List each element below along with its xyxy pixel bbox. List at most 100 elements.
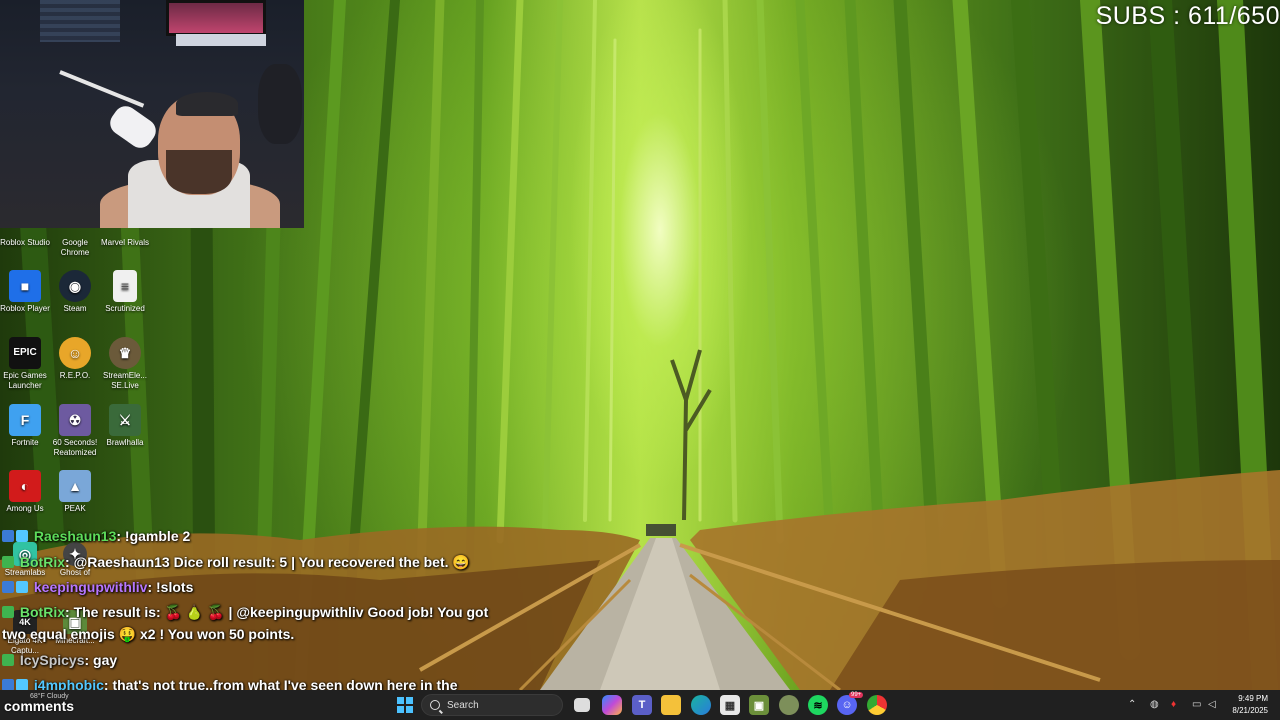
search-placeholder: Search [447, 699, 479, 711]
chat-username: BotRix [19, 604, 66, 620]
chat-text: : @Raeshaun13 Dice roll result: 5 | You … [65, 554, 470, 570]
desktop-icon-label: Roblox Studio [0, 238, 50, 247]
chat-username: IcySpicys [19, 652, 85, 668]
window-blinds [40, 0, 120, 42]
desktop-icon-label: StreamEle... SE.Live [102, 371, 147, 390]
chat-text: : The result is: 🍒 🍐 🍒 | @keepingupwithl… [65, 604, 489, 620]
clock-time: 9:49 PM [1238, 694, 1268, 703]
app-icon[interactable] [779, 695, 799, 715]
store-icon[interactable]: ▦ [720, 695, 740, 715]
desktop-icon-epic-games[interactable]: EPIC Epic Games Launcher [0, 337, 50, 391]
start-icon[interactable] [395, 695, 415, 715]
desktop-icon-label: Fortnite [11, 438, 39, 447]
chat-badge-icon [2, 654, 14, 666]
desktop-icon-label: Steam [63, 304, 87, 313]
chat-badge-icon [2, 581, 14, 593]
desktop-icon-streamelements[interactable]: ♛ StreamEle... SE.Live [100, 337, 150, 391]
chevron-up-icon[interactable]: ⌃ [1128, 699, 1136, 710]
among-us-icon: ◐ [9, 470, 41, 502]
search-icon [430, 700, 440, 710]
display-icon[interactable]: ▭ [1192, 699, 1201, 710]
desktop-icon-fortnite[interactable]: F Fortnite [0, 404, 50, 448]
discord-badge: 99+ [849, 692, 864, 698]
webcam-feed [0, 0, 304, 228]
taskbar-search-box[interactable]: Search [421, 694, 563, 716]
comments-overlay-label: comments [4, 698, 75, 714]
clock-date: 8/21/2025 [1232, 706, 1268, 715]
desktop-icon-label: Roblox Player [0, 304, 50, 313]
repo-icon: ☺ [59, 337, 91, 369]
marvel-rivals-icon [109, 228, 141, 236]
steam-icon: ◉ [59, 270, 91, 302]
chat-message-continuation: two equal emojis 🤑 x2 ! You won 50 point… [2, 626, 294, 643]
desktop-icon-steam[interactable]: ◉ Steam [50, 270, 100, 314]
desktop-icon-label: Among Us [6, 504, 44, 513]
desktop-icon-repo[interactable]: ☺ R.E.P.O. [50, 337, 100, 381]
desktop-icon-label: Epic Games Launcher [3, 371, 47, 390]
desktop-icon-label: 60 Seconds! Reatomized [52, 438, 98, 457]
background-monitor-taskbar [176, 34, 266, 46]
desktop-icon-among-us[interactable]: ◐ Among Us [0, 470, 50, 514]
desktop-icon-label: Scrutinized [105, 304, 145, 313]
chat-badge-icon [16, 581, 28, 593]
desktop-icon-roblox-studio[interactable]: Roblox Studio [0, 228, 50, 248]
background-monitor [166, 0, 266, 36]
microphone-icon[interactable]: ♦ [1171, 699, 1176, 710]
roblox-studio-icon [9, 228, 41, 236]
desktop-icon-label: Marvel Rivals [100, 238, 149, 247]
desktop-icon-60-seconds[interactable]: ☢ 60 Seconds! Reatomized [50, 404, 100, 458]
chat-badge-icon [2, 556, 14, 568]
chat-username: Raeshaun13 [33, 528, 117, 544]
chat-message: Raeshaun13: !gamble 2 [2, 528, 190, 544]
chat-text: : !gamble 2 [116, 528, 191, 544]
desktop-icon-chrome[interactable]: Google Chrome [50, 228, 100, 258]
chat-message: BotRix: @Raeshaun13 Dice roll result: 5 … [2, 554, 470, 571]
chat-text: two equal emojis 🤑 x2 ! You won 50 point… [2, 626, 295, 642]
peak-icon: ▲ [59, 470, 91, 502]
hanging-hat [258, 64, 302, 144]
desktop-icon-roblox-player[interactable]: ■ Roblox Player [0, 270, 50, 314]
taskbar-clock[interactable]: 9:49 PM 8/21/2025 [1232, 693, 1268, 717]
chat-badge-icon [2, 530, 14, 542]
sixty-seconds-icon: ☢ [59, 404, 91, 436]
desktop-icon-scrutinized[interactable]: ≡ Scrutinized [100, 270, 150, 314]
taskbar: Search T ▦ ▣ ≋ ☺ 99+ ⌃ ◍ ♦ ▭ ◁ 9:49 PM 8… [0, 690, 1280, 720]
desktop-icon-marvel-rivals[interactable]: Marvel Rivals [100, 228, 150, 248]
desktop-icon-label: Brawlhalla [106, 438, 144, 447]
spotify-icon[interactable]: ≋ [808, 695, 828, 715]
streamer-beard [166, 150, 232, 194]
chat-message: keepingupwithliv: !slots [2, 579, 193, 595]
mic-arm [59, 70, 145, 108]
desktop-icon-label: R.E.P.O. [59, 371, 91, 380]
epic-games-icon: EPIC [9, 337, 41, 369]
minecraft-icon[interactable]: ▣ [749, 695, 769, 715]
desktop-icon-brawlhalla[interactable]: ⚔ Brawlhalla [100, 404, 150, 448]
chat-text: : !slots [147, 579, 194, 595]
chat-message: BotRix: The result is: 🍒 🍐 🍒 | @keepingu… [2, 604, 488, 621]
subs-counter: SUBS : 611/650 [1095, 2, 1280, 30]
file-explorer-icon[interactable] [661, 695, 681, 715]
roblox-player-icon: ■ [9, 270, 41, 302]
windows-logo-icon [397, 697, 413, 713]
chat-badge-icon [2, 606, 14, 618]
volume-icon[interactable]: ◁ [1208, 699, 1216, 710]
task-view-icon[interactable] [574, 698, 590, 712]
chrome-icon [59, 228, 91, 236]
copilot-icon[interactable] [602, 695, 622, 715]
chrome-icon[interactable] [867, 695, 887, 715]
microphone [105, 101, 161, 153]
chat-message: IcySpicys: gay [2, 652, 117, 668]
brawlhalla-icon: ⚔ [109, 404, 141, 436]
edge-icon[interactable] [691, 695, 711, 715]
network-app-icon[interactable]: ◍ [1150, 699, 1159, 710]
discord-icon[interactable]: ☺ [837, 695, 857, 715]
chat-text: : gay [84, 652, 118, 668]
chat-username: keepingupwithliv [33, 579, 148, 595]
chat-username: BotRix [19, 554, 66, 570]
desktop-icon-label: PEAK [64, 504, 86, 513]
chat-badge-icon [16, 530, 28, 542]
fortnite-icon: F [9, 404, 41, 436]
desktop-icon-peak[interactable]: ▲ PEAK [50, 470, 100, 514]
teams-icon[interactable]: T [632, 695, 652, 715]
file-icon: ≡ [113, 270, 137, 302]
